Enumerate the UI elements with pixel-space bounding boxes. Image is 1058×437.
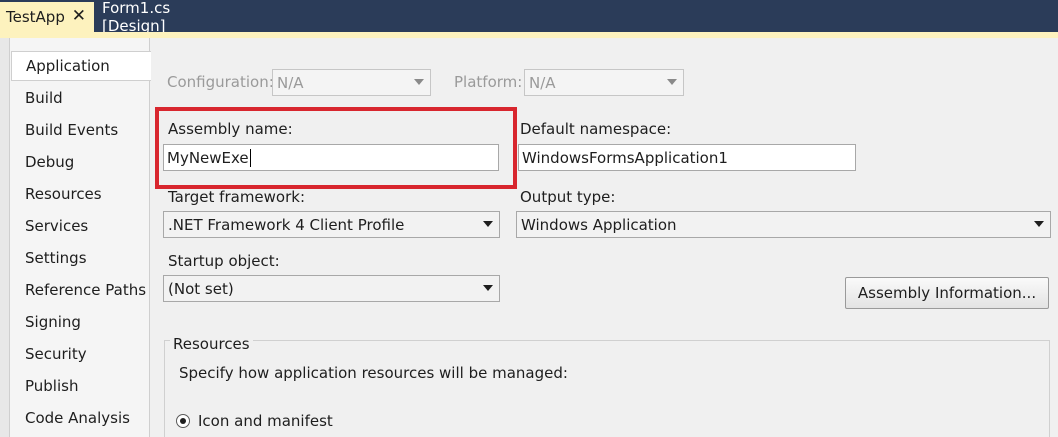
nav-edge — [0, 38, 10, 437]
chevron-down-icon — [1034, 221, 1044, 227]
nav-item-settings[interactable]: Settings — [11, 243, 150, 273]
nav-item-reference-paths[interactable]: Reference Paths — [11, 275, 150, 305]
nav-item-label: Application — [26, 57, 110, 75]
platform-dropdown: N/A — [524, 69, 684, 96]
target-framework-label: Target framework: — [168, 188, 306, 206]
close-icon[interactable]: ✕ — [72, 6, 86, 26]
icon-manifest-label[interactable]: Icon and manifest — [198, 412, 333, 430]
platform-label: Platform: — [454, 73, 523, 91]
nav-item-security[interactable]: Security — [11, 339, 150, 369]
nav-item-resources[interactable]: Resources — [11, 179, 150, 209]
tab-form1-design[interactable]: Form1.cs [Design] — [96, 0, 226, 35]
nav-item-label: Debug — [25, 153, 75, 171]
tab-testapp-label: TestApp — [6, 8, 65, 26]
default-namespace-input[interactable]: WindowsFormsApplication1 — [518, 144, 856, 171]
startup-object-dropdown[interactable]: (Not set) — [163, 275, 500, 302]
default-namespace-label: Default namespace: — [520, 120, 672, 138]
chevron-down-icon — [414, 79, 424, 85]
startup-object-label: Startup object: — [168, 252, 280, 270]
nav-item-label: Services — [25, 217, 89, 235]
nav-item-label: Publish — [25, 377, 79, 395]
nav-item-label: Signing — [25, 313, 81, 331]
tab-testapp[interactable]: TestApp ✕ — [0, 2, 94, 32]
chevron-down-icon — [667, 79, 677, 85]
nav-item-label: Reference Paths — [25, 281, 147, 299]
nav-item-build[interactable]: Build — [11, 83, 150, 113]
nav-item-publish[interactable]: Publish — [11, 371, 150, 401]
configuration-dropdown: N/A — [272, 69, 431, 96]
nav-item-label: Build Events — [25, 121, 119, 139]
document-tab-strip: TestApp ✕ Form1.cs [Design] — [0, 0, 1058, 35]
nav-item-label: Code Analysis — [25, 409, 130, 427]
output-type-label: Output type: — [520, 188, 616, 206]
platform-value: N/A — [529, 73, 556, 92]
nav-item-label: Resources — [25, 185, 102, 203]
nav-item-signing[interactable]: Signing — [11, 307, 150, 337]
nav-item-code-analysis[interactable]: Code Analysis — [11, 403, 150, 433]
nav-item-services[interactable]: Services — [11, 211, 150, 241]
startup-object-value: (Not set) — [168, 279, 234, 298]
nav-item-label: Settings — [25, 249, 87, 267]
target-framework-value: .NET Framework 4 Client Profile — [168, 215, 405, 234]
resources-description: Specify how application resources will b… — [179, 364, 568, 382]
assembly-information-label: Assembly Information... — [857, 284, 1037, 302]
output-type-value: Windows Application — [521, 215, 677, 234]
chevron-down-icon — [483, 221, 493, 227]
target-framework-dropdown[interactable]: .NET Framework 4 Client Profile — [163, 211, 500, 238]
default-namespace-value: WindowsFormsApplication1 — [522, 148, 728, 167]
tab-form1-design-label: Form1.cs [Design] — [102, 0, 171, 35]
configuration-value: N/A — [277, 73, 304, 92]
nav-item-label: Security — [25, 345, 87, 363]
chevron-down-icon — [483, 285, 493, 291]
output-type-dropdown[interactable]: Windows Application — [516, 211, 1051, 238]
nav-item-debug[interactable]: Debug — [11, 147, 150, 177]
highlight-box — [155, 107, 517, 189]
resources-group-title: Resources — [170, 335, 253, 353]
nav-item-application[interactable]: Application — [11, 51, 152, 81]
icon-manifest-radio[interactable] — [176, 414, 190, 428]
assembly-information-button[interactable]: Assembly Information... — [845, 277, 1049, 309]
configuration-label: Configuration: — [167, 73, 274, 91]
nav-item-label: Build — [25, 89, 63, 107]
nav-item-build-events[interactable]: Build Events — [11, 115, 150, 145]
